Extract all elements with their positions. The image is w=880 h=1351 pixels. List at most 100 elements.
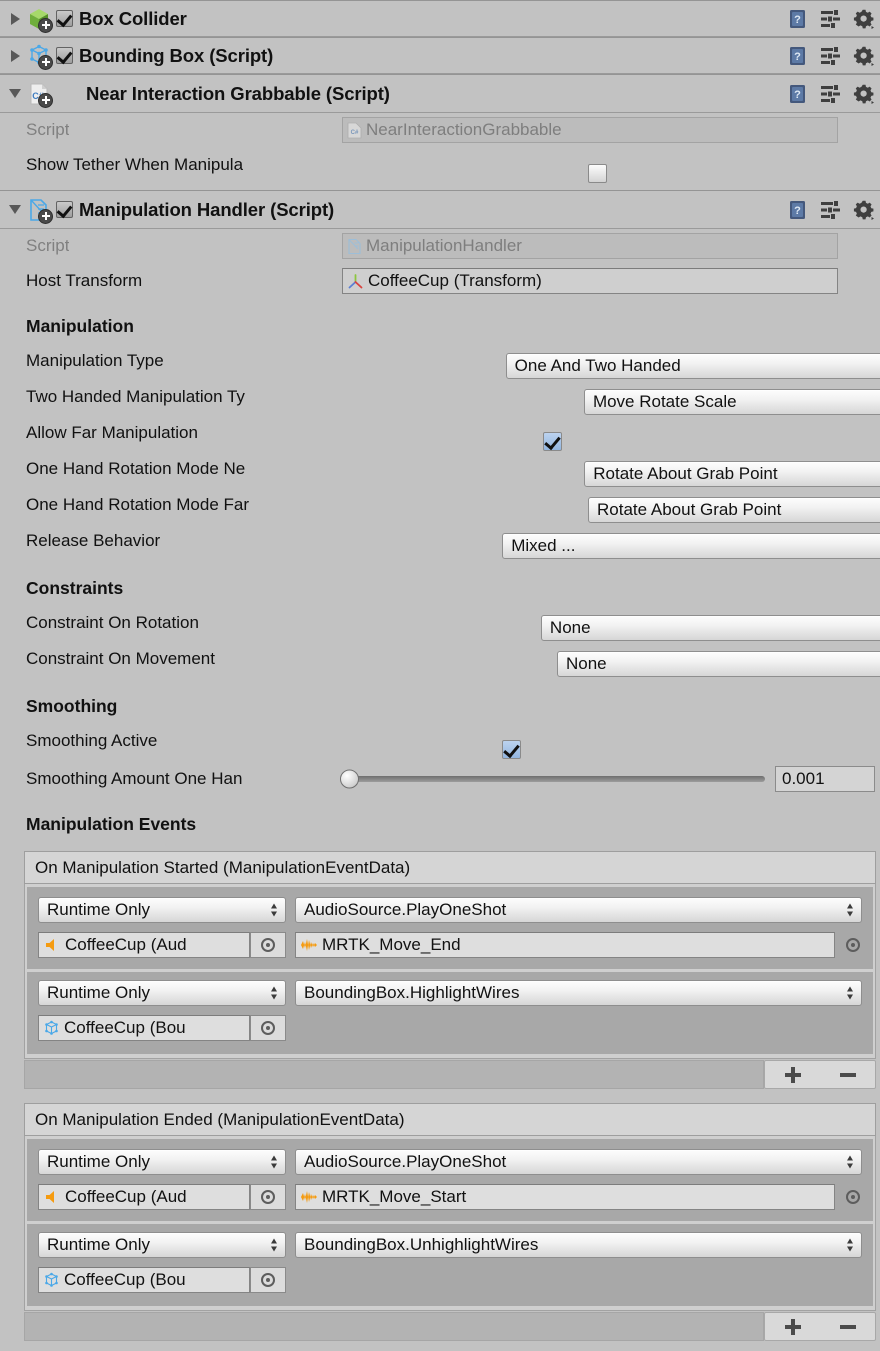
component-header-bounding-box[interactable]: Bounding Box (Script) ? bbox=[0, 37, 880, 74]
row-mh-script: Script ManipulationHandler bbox=[0, 229, 880, 263]
component-header-near-interaction-grabbable[interactable]: C# Near Interaction Grabbable (Script) ? bbox=[0, 74, 880, 113]
dropdown-event-mode[interactable]: Runtime Only bbox=[38, 1149, 286, 1175]
row-manipulation-type: Manipulation Type One And Two Handed bbox=[0, 343, 880, 379]
checkbox-smoothing-active[interactable] bbox=[502, 740, 521, 759]
field-event-target[interactable]: CoffeeCup (Aud bbox=[38, 932, 250, 958]
component-enabled-checkbox-manipulation-handler[interactable] bbox=[56, 201, 73, 218]
row-mh-host-transform: Host Transform CoffeeCup (Transform) bbox=[0, 263, 880, 299]
section-title-manipulation-events: Manipulation Events bbox=[0, 807, 880, 841]
label-smoothing-active: Smoothing Active bbox=[26, 731, 157, 751]
bounding-box-icon bbox=[26, 43, 52, 69]
add-badge-icon bbox=[38, 93, 53, 108]
value-event-target: CoffeeCup (Bou bbox=[64, 1018, 186, 1038]
dropdown-release-behavior[interactable]: Mixed ... bbox=[502, 533, 880, 559]
value-constraint-on-rotation: None bbox=[550, 618, 591, 638]
gear-icon[interactable] bbox=[852, 44, 876, 68]
object-picker-event-target[interactable] bbox=[250, 932, 286, 958]
checkbox-allow-far-manipulation[interactable] bbox=[543, 432, 562, 451]
preset-icon[interactable] bbox=[819, 44, 843, 68]
preset-icon[interactable] bbox=[819, 82, 843, 106]
row-one-hand-rotation-mode-near: One Hand Rotation Mode Ne Rotate About G… bbox=[0, 451, 880, 487]
field-event-target[interactable]: CoffeeCup (Aud bbox=[38, 1184, 250, 1210]
chevron-updown-icon bbox=[846, 903, 855, 918]
svg-text:?: ? bbox=[794, 89, 801, 101]
dropdown-two-handed-manipulation-type[interactable]: Move Rotate Scale bbox=[584, 389, 880, 415]
gear-icon[interactable] bbox=[852, 7, 876, 31]
dropdown-event-mode[interactable]: Runtime Only bbox=[38, 980, 286, 1006]
gear-icon[interactable] bbox=[852, 82, 876, 106]
chevron-updown-icon bbox=[846, 986, 855, 1001]
dropdown-event-mode[interactable]: Runtime Only bbox=[38, 1232, 286, 1258]
field-event-argument[interactable]: MRTK_Move_End bbox=[295, 932, 835, 958]
object-picker-event-target[interactable] bbox=[250, 1267, 286, 1293]
help-icon[interactable]: ? bbox=[786, 82, 810, 106]
event-entry: Runtime Only BoundingBox.UnhighlightWire… bbox=[27, 1224, 873, 1306]
dropdown-one-hand-rotation-mode-near[interactable]: Rotate About Grab Point bbox=[584, 461, 880, 487]
add-event-button[interactable] bbox=[785, 1319, 801, 1335]
gear-icon[interactable] bbox=[852, 198, 876, 222]
field-event-argument[interactable]: MRTK_Move_Start bbox=[295, 1184, 835, 1210]
dropdown-event-function[interactable]: BoundingBox.HighlightWires bbox=[295, 980, 862, 1006]
dropdown-event-mode[interactable]: Runtime Only bbox=[38, 897, 286, 923]
preset-icon[interactable] bbox=[819, 198, 843, 222]
dropdown-event-function[interactable]: BoundingBox.UnhighlightWires bbox=[295, 1232, 862, 1258]
event-add-remove-buttons-started[interactable] bbox=[764, 1060, 876, 1089]
component-header-box-collider[interactable]: Box Collider ? bbox=[0, 0, 880, 37]
dropdown-constraint-on-rotation[interactable]: None bbox=[541, 615, 880, 641]
svg-text:C#: C# bbox=[351, 130, 359, 136]
label-allow-far-manipulation: Allow Far Manipulation bbox=[26, 423, 198, 443]
row-nig-script: Script C# NearInteractionGrabbable bbox=[0, 113, 880, 147]
help-icon[interactable]: ? bbox=[786, 198, 810, 222]
remove-event-button[interactable] bbox=[840, 1073, 856, 1077]
event-entry: Runtime Only AudioSource.PlayOneShot Cof… bbox=[27, 887, 873, 969]
slider-knob-smoothing-amount[interactable] bbox=[340, 770, 359, 789]
value-two-handed-manipulation-type: Move Rotate Scale bbox=[593, 392, 737, 412]
event-entry: Runtime Only BoundingBox.HighlightWires … bbox=[27, 972, 873, 1054]
object-picker-event-target[interactable] bbox=[250, 1015, 286, 1041]
value-constraint-on-movement: None bbox=[566, 654, 607, 674]
slider-track-smoothing-amount[interactable] bbox=[345, 776, 765, 782]
checkbox-nig-show-tether[interactable] bbox=[588, 164, 607, 183]
value-smoothing-amount-one-hand[interactable]: 0.001 bbox=[775, 766, 875, 792]
foldout-arrow-near-interaction-grabbable[interactable] bbox=[6, 85, 24, 103]
object-picker-event-target[interactable] bbox=[250, 1184, 286, 1210]
field-event-target[interactable]: CoffeeCup (Bou bbox=[38, 1015, 250, 1041]
add-event-button[interactable] bbox=[785, 1067, 801, 1083]
field-mh-host-transform[interactable]: CoffeeCup (Transform) bbox=[342, 268, 838, 294]
audio-source-icon bbox=[43, 937, 61, 953]
component-header-manipulation-handler[interactable]: Manipulation Handler (Script) ? bbox=[0, 190, 880, 229]
preset-icon[interactable] bbox=[819, 7, 843, 31]
dropdown-one-hand-rotation-mode-far[interactable]: Rotate About Grab Point bbox=[588, 497, 880, 523]
event-list-footer-bar bbox=[24, 1312, 764, 1341]
component-enabled-checkbox-bounding-box[interactable] bbox=[56, 47, 73, 64]
field-event-target[interactable]: CoffeeCup (Bou bbox=[38, 1267, 250, 1293]
value-one-hand-rotation-mode-far: Rotate About Grab Point bbox=[597, 500, 781, 520]
dropdown-event-function[interactable]: AudioSource.PlayOneShot bbox=[295, 897, 862, 923]
foldout-arrow-manipulation-handler[interactable] bbox=[6, 201, 24, 219]
help-icon[interactable]: ? bbox=[786, 44, 810, 68]
value-manipulation-type: One And Two Handed bbox=[515, 356, 681, 376]
header-buttons-bounding-box: ? bbox=[786, 44, 876, 68]
help-icon[interactable]: ? bbox=[786, 7, 810, 31]
label-nig-script: Script bbox=[26, 120, 69, 140]
value-event-function: AudioSource.PlayOneShot bbox=[304, 900, 506, 920]
object-picker-event-argument[interactable] bbox=[846, 938, 860, 952]
remove-event-button[interactable] bbox=[840, 1325, 856, 1329]
foldout-arrow-box-collider[interactable] bbox=[6, 10, 24, 28]
component-title-manipulation-handler: Manipulation Handler (Script) bbox=[79, 199, 334, 221]
unity-inspector-panel: Box Collider ? bbox=[0, 0, 880, 1351]
component-enabled-checkbox-box-collider[interactable] bbox=[56, 10, 73, 27]
section-title-smoothing: Smoothing bbox=[0, 689, 880, 723]
row-release-behavior: Release Behavior Mixed ... bbox=[0, 523, 880, 559]
object-picker-event-argument[interactable] bbox=[846, 1190, 860, 1204]
foldout-arrow-bounding-box[interactable] bbox=[6, 47, 24, 65]
field-nig-script: C# NearInteractionGrabbable bbox=[342, 117, 838, 143]
dropdown-event-function[interactable]: AudioSource.PlayOneShot bbox=[295, 1149, 862, 1175]
header-buttons-near-interaction-grabbable: ? bbox=[786, 82, 876, 106]
bounding-box-icon bbox=[43, 1020, 60, 1037]
event-add-remove-buttons-ended[interactable] bbox=[764, 1312, 876, 1341]
dropdown-constraint-on-movement[interactable]: None bbox=[557, 651, 880, 677]
event-body-on-manipulation-started: Runtime Only AudioSource.PlayOneShot Cof… bbox=[24, 884, 876, 1059]
event-title-on-manipulation-started: On Manipulation Started (ManipulationEve… bbox=[24, 851, 876, 884]
dropdown-manipulation-type[interactable]: One And Two Handed bbox=[506, 353, 880, 379]
